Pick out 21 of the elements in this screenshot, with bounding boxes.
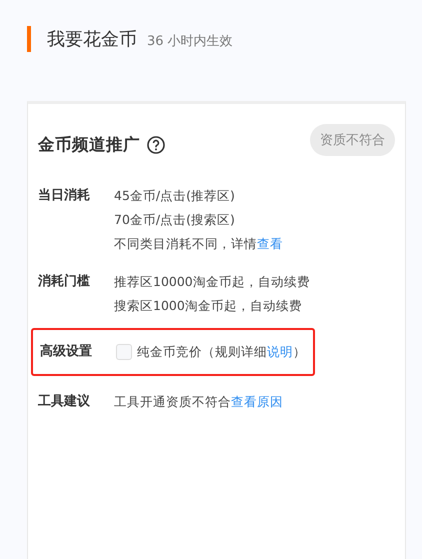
page-title: 我要花金币 [47,28,137,51]
row-value: 工具开通资质不符合查看原因 [114,393,283,411]
card-title: 金币频道推广 [38,134,140,156]
row-label: 高级设置 [40,342,93,361]
checkbox[interactable] [116,344,132,360]
row-value: 70金币/点击(搜索区) [114,211,236,229]
status-badge: 资质不符合 [310,124,395,156]
link[interactable]: 查看 [257,236,283,251]
row-label: 工具建议 [38,392,91,411]
row-value: 推荐区10000淘金币起，自动续费 [114,273,310,291]
option-text: 纯金币竞价（规则详细说明） [137,343,306,361]
row-value: 搜索区1000淘金币起，自动续费 [114,297,303,315]
page-subtitle: 36 小时内生效 [147,32,233,50]
row-value: 45金币/点击(推荐区) [114,187,236,205]
row-label: 消耗门槛 [38,272,91,291]
row-value: 不同类目消耗不同，详情查看 [114,235,283,253]
row-label: 当日消耗 [38,187,91,205]
link[interactable]: 说明 [267,344,293,359]
help-icon[interactable] [147,136,165,154]
link[interactable]: 查看原因 [231,394,283,409]
accent-bar [27,26,31,52]
